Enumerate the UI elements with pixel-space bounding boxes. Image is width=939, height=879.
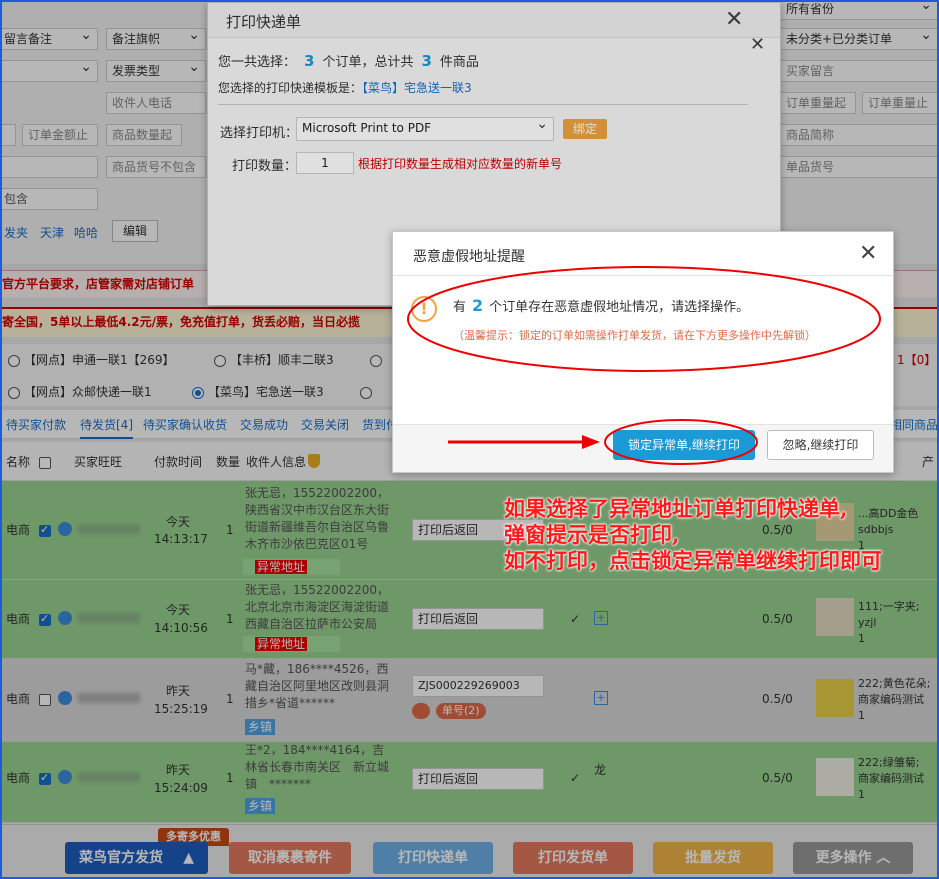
close-icon[interactable]: ✕ — [859, 243, 877, 265]
ignore-and-print-button[interactable]: 忽略,继续打印 — [767, 430, 874, 460]
alert-title: 恶意虚假地址提醒 — [413, 249, 525, 265]
alert-header-divider — [393, 275, 893, 276]
alert-tip: （温馨提示：锁定的订单如需操作打单发货，请在下方更多操作中先解锁） — [453, 329, 816, 342]
fake-address-alert-dialog: 恶意虚假地址提醒 ✕ ! 有 2 个订单存在恶意虚假地址情况，请选择操作。 （温馨提… — [392, 231, 894, 473]
annotation-text: 如果选择了异常地址订单打印快递单, 弹窗提示是否打印, 如不打印，点击锁定异常单… — [504, 496, 882, 574]
annotation-line-3: 如不打印，点击锁定异常单继续打印即可 — [504, 548, 882, 573]
warning-icon: ! — [411, 296, 437, 322]
annotation-line-1: 如果选择了异常地址订单打印快递单, — [504, 496, 848, 521]
app-frame: 留言备注 备注旗帜 发票类型 收件人电话 订单金额止 商品数量起 商品货号不包含… — [0, 0, 939, 879]
lock-and-print-button[interactable]: 锁定异常单,继续打印 — [613, 430, 755, 460]
annotation-line-2: 弹窗提示是否打印, — [504, 522, 680, 547]
alert-message: 有 2 个订单存在恶意虚假地址情况，请选择操作。 — [453, 296, 750, 315]
